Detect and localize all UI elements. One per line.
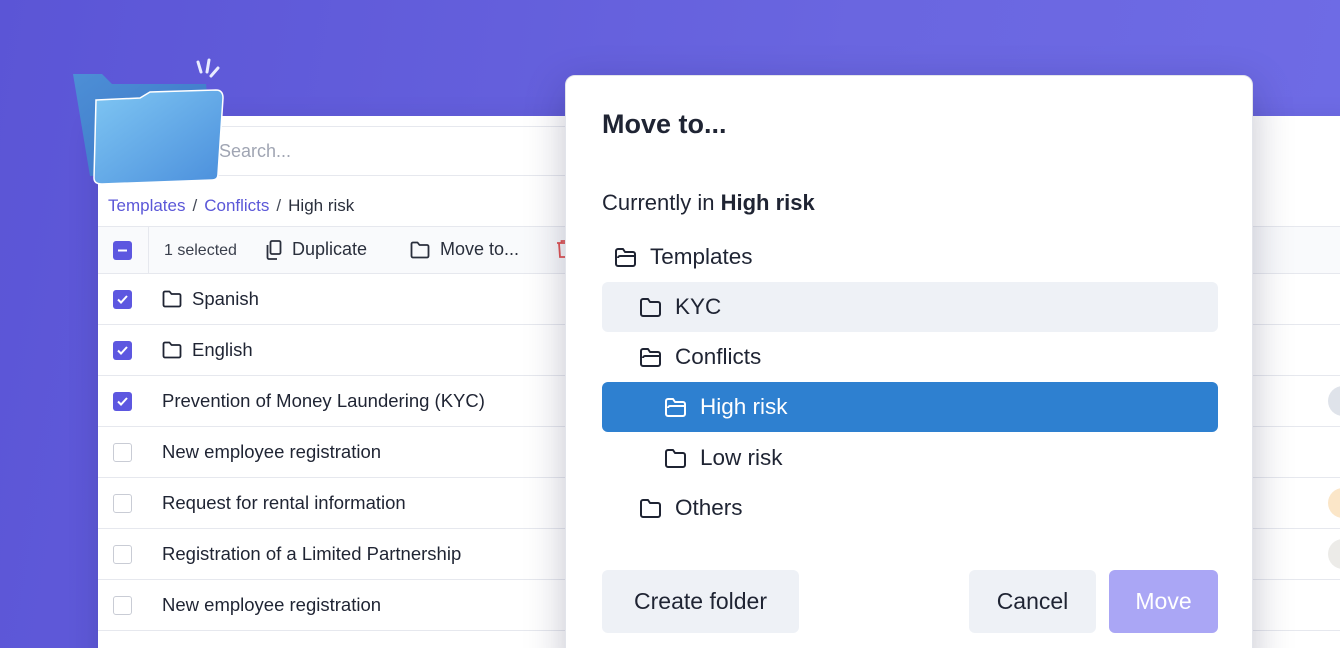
selected-count: 1 selected xyxy=(164,242,237,259)
folder-illustration-icon xyxy=(73,58,224,185)
folder-icon xyxy=(664,448,688,469)
breadcrumb-separator: / xyxy=(192,196,198,215)
row-checkbox[interactable] xyxy=(113,596,132,615)
row-label: Request for rental information xyxy=(162,492,406,513)
current-location-prefix: Currently in xyxy=(602,190,721,215)
tree-item-low-risk[interactable]: Low risk xyxy=(602,433,1218,483)
row-checkbox[interactable] xyxy=(113,290,132,309)
tree-item-templates[interactable]: Templates xyxy=(602,232,1218,282)
row-label: New employee registration xyxy=(162,594,382,615)
folder-icon xyxy=(410,241,430,258)
dialog-title: Move to... xyxy=(602,109,727,139)
folder-open-icon xyxy=(664,397,688,418)
tree-item-label: KYC xyxy=(675,294,722,319)
tree-item-label: Low risk xyxy=(700,445,783,470)
minus-icon xyxy=(118,249,127,252)
avatar xyxy=(1328,539,1340,569)
folder-icon xyxy=(639,498,663,519)
row-label: Prevention of Money Laundering (KYC) xyxy=(162,390,485,411)
row-label: New employee registration xyxy=(162,441,382,462)
folder-icon xyxy=(162,290,182,308)
avatar xyxy=(1328,488,1340,518)
row-label: Registration of a Limited Partnership xyxy=(162,543,462,564)
cancel-button[interactable]: Cancel xyxy=(969,570,1096,633)
duplicate-label: Duplicate xyxy=(292,239,368,259)
move-to-label: Move to... xyxy=(440,239,520,259)
breadcrumb-separator: / xyxy=(276,196,282,215)
avatar xyxy=(1328,386,1340,416)
tree-item-kyc[interactable]: KYC xyxy=(602,282,1218,332)
current-location: Currently in High risk xyxy=(602,190,815,216)
move-to-dialog: Move to... Currently in High risk Templa… xyxy=(565,75,1253,648)
select-all-checkbox[interactable] xyxy=(113,241,132,260)
current-folder-name: High risk xyxy=(720,190,815,215)
folder-open-icon xyxy=(614,247,638,268)
create-folder-button[interactable]: Create folder xyxy=(602,570,799,633)
move-button[interactable]: Move xyxy=(1109,570,1218,633)
row-checkbox[interactable] xyxy=(113,443,132,462)
check-icon xyxy=(117,397,128,406)
breadcrumb-current: High risk xyxy=(288,196,355,215)
tree-item-label: Templates xyxy=(650,244,753,269)
breadcrumb: Templates / Conflicts / High risk xyxy=(108,196,354,216)
folder-icon xyxy=(162,341,182,359)
tree-item-label: Others xyxy=(675,495,743,520)
row-label: Spanish xyxy=(192,288,259,309)
duplicate-button[interactable]: Duplicate xyxy=(266,239,367,260)
move-to-button[interactable]: Move to... xyxy=(410,239,519,260)
folder-open-icon xyxy=(639,347,663,368)
row-checkbox[interactable] xyxy=(113,392,132,411)
tree-item-label: Conflicts xyxy=(675,344,762,369)
row-label: English xyxy=(192,339,253,360)
breadcrumb-conflicts[interactable]: Conflicts xyxy=(204,196,269,216)
check-icon xyxy=(117,295,128,304)
copy-icon xyxy=(266,239,282,260)
row-checkbox[interactable] xyxy=(113,341,132,360)
row-checkbox[interactable] xyxy=(113,545,132,564)
tree-item-conflicts[interactable]: Conflicts xyxy=(602,332,1218,382)
tree-item-label: High risk xyxy=(700,394,788,419)
toolbar-divider xyxy=(148,227,149,275)
row-checkbox[interactable] xyxy=(113,494,132,513)
tree-item-others[interactable]: Others xyxy=(602,483,1218,533)
folder-icon xyxy=(639,297,663,318)
search-placeholder: Search... xyxy=(219,141,292,161)
check-icon xyxy=(117,346,128,355)
tree-item-high-risk[interactable]: High risk xyxy=(602,382,1218,432)
breadcrumb-templates[interactable]: Templates xyxy=(108,196,185,216)
